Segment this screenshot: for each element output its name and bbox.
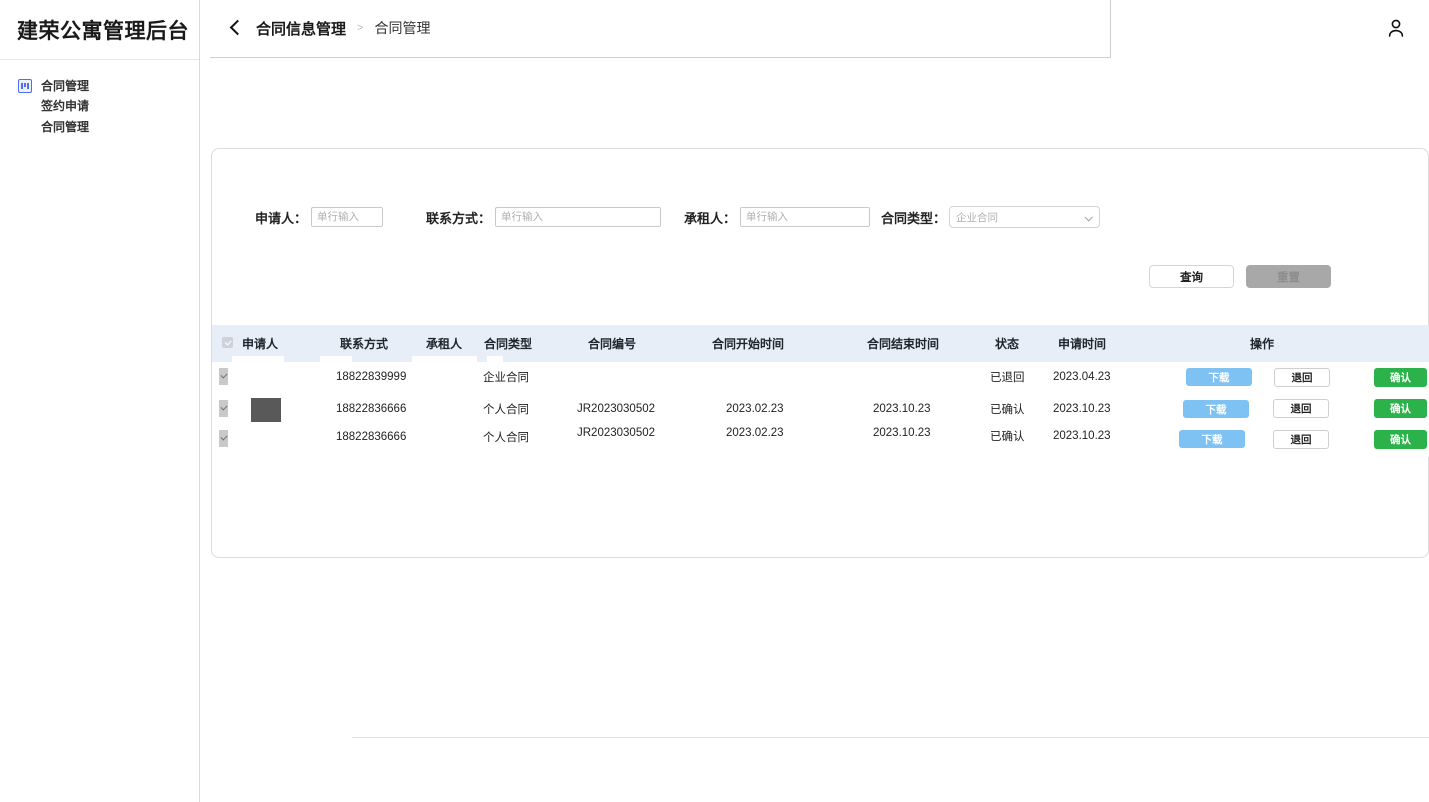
column-header-start-date: 合同开始时间: [712, 337, 785, 351]
cell-contract-type: 企业合同: [483, 372, 529, 384]
search-input-contact[interactable]: [495, 207, 662, 227]
breadcrumb-current: 合同管理: [374, 20, 431, 36]
cell-status: 已确认: [990, 404, 1025, 416]
query-button[interactable]: 查询: [1149, 265, 1234, 288]
select-contract-type-value: 企业合同: [956, 211, 999, 224]
cell-contact: 18822836666: [336, 403, 407, 415]
column-header-status: 状态: [995, 337, 1020, 351]
return-button[interactable]: 退回: [1273, 430, 1329, 449]
app-brand-title: 建荣公寓管理后台: [0, 0, 199, 60]
column-header-actions: 操作: [1250, 337, 1275, 351]
table-row: 18822836666 个人合同 JR2023030502 2023.02.23…: [212, 425, 1429, 457]
search-input-tenant[interactable]: [740, 207, 871, 227]
sidebar: 建荣公寓管理后台 合同管理 签约申请 合同管理: [0, 0, 200, 802]
dashboard-icon: [18, 79, 32, 93]
field-contract-type: 合同类型： 企业合同: [881, 206, 1101, 228]
download-button[interactable]: 下载: [1183, 400, 1249, 418]
cell-apply-date: 2023.04.23: [1053, 371, 1111, 383]
top-bar: 合同信息管理 > 合同管理: [200, 0, 1429, 58]
table-row: 18822836666 个人合同 JR2023030502 2023.02.23…: [212, 394, 1429, 425]
breadcrumb-root[interactable]: 合同信息管理: [256, 18, 346, 39]
table-body: 18822839999 企业合同 已退回 2023.04.23 下载 退回 确认: [212, 362, 1429, 457]
sidebar-group-contract-management: 合同管理 签约申请 合同管理: [0, 76, 199, 137]
row-checkbox[interactable]: [219, 430, 228, 447]
row-checkbox[interactable]: [219, 368, 228, 385]
label-applicant: 申请人：: [255, 210, 308, 226]
table-header-row: 申请人 联系方式 承租人 合同类型 合同编号 合同开始时间 合同结束时间 状态 …: [212, 325, 1429, 362]
sidebar-item-signing-application[interactable]: 签约申请: [41, 96, 89, 116]
row-checkbox[interactable]: [219, 400, 228, 417]
breadcrumb-separator: >: [357, 22, 364, 34]
cell-status: 已退回: [990, 372, 1025, 384]
download-button[interactable]: 下载: [1186, 368, 1252, 386]
label-tenant: 承租人：: [684, 210, 737, 226]
return-button[interactable]: 退回: [1273, 399, 1329, 418]
label-contract-type: 合同类型：: [881, 210, 947, 226]
cell-contract-type: 个人合同: [483, 432, 529, 444]
cell-contact: 18822839999: [336, 371, 407, 383]
select-contract-type[interactable]: 企业合同: [949, 206, 1101, 228]
contracts-table: 申请人 联系方式 承租人 合同类型 合同编号 合同开始时间 合同结束时间 状态 …: [212, 325, 1429, 457]
field-contact: 联系方式：: [426, 207, 662, 227]
table-row: 18822839999 企业合同 已退回 2023.04.23 下载 退回 确认: [212, 362, 1429, 394]
sidebar-nav: 合同管理 签约申请 合同管理: [0, 60, 199, 137]
cell-start-date: 2023.02.23: [726, 427, 784, 439]
download-button[interactable]: 下载: [1179, 430, 1245, 448]
chevron-left-icon[interactable]: [228, 20, 244, 36]
cell-contract-no: JR2023030502: [577, 427, 656, 439]
cell-end-date: 2023.10.23: [873, 427, 931, 439]
cell-applicant: [242, 362, 332, 392]
sidebar-item-contract-management-sub[interactable]: 合同管理: [41, 117, 89, 137]
column-header-end-date: 合同结束时间: [867, 337, 940, 351]
field-tenant: 承租人：: [684, 207, 871, 227]
breadcrumb: 合同信息管理 > 合同管理: [210, 0, 1111, 58]
column-header-contract-no: 合同编号: [588, 337, 637, 351]
app-root: 建荣公寓管理后台 合同管理 签约申请 合同管理 合同信息管理 > 合同管理 申请…: [0, 0, 1429, 802]
chevron-down-icon: [1084, 213, 1093, 222]
cell-apply-date: 2023.10.23: [1053, 430, 1111, 442]
cell-contract-type: 个人合同: [483, 404, 529, 416]
sidebar-item-contract-management[interactable]: 合同管理: [41, 76, 89, 96]
label-contact: 联系方式：: [426, 210, 492, 226]
confirm-button[interactable]: 确认: [1374, 430, 1427, 449]
cell-applicant: [242, 394, 332, 424]
field-applicant: 申请人：: [255, 207, 384, 227]
sidebar-group-head[interactable]: 合同管理 签约申请 合同管理: [18, 76, 199, 137]
filter-bar: 申请人： 联系方式： 承租人： 合同类型： 企业合同: [212, 177, 1428, 228]
confirm-button[interactable]: 确认: [1374, 368, 1427, 387]
sidebar-group-items: 合同管理 签约申请 合同管理: [41, 76, 89, 137]
search-input-applicant[interactable]: [311, 207, 384, 227]
confirm-button[interactable]: 确认: [1374, 399, 1427, 418]
column-header-apply-date: 申请时间: [1058, 337, 1107, 351]
cell-status: 已确认: [990, 431, 1025, 443]
return-button[interactable]: 退回: [1274, 368, 1330, 387]
main-content: 申请人： 联系方式： 承租人： 合同类型： 企业合同: [200, 58, 1429, 802]
contract-panel: 申请人： 联系方式： 承租人： 合同类型： 企业合同: [211, 148, 1429, 558]
reset-button[interactable]: 重置: [1246, 265, 1331, 288]
cell-applicant: [242, 425, 332, 455]
user-icon[interactable]: [1385, 17, 1407, 39]
select-all-checkbox[interactable]: [222, 337, 233, 348]
cell-contact: 18822836666: [336, 431, 407, 443]
footer-divider: [352, 737, 1429, 738]
cell-apply-date: 2023.10.23: [1053, 403, 1111, 415]
